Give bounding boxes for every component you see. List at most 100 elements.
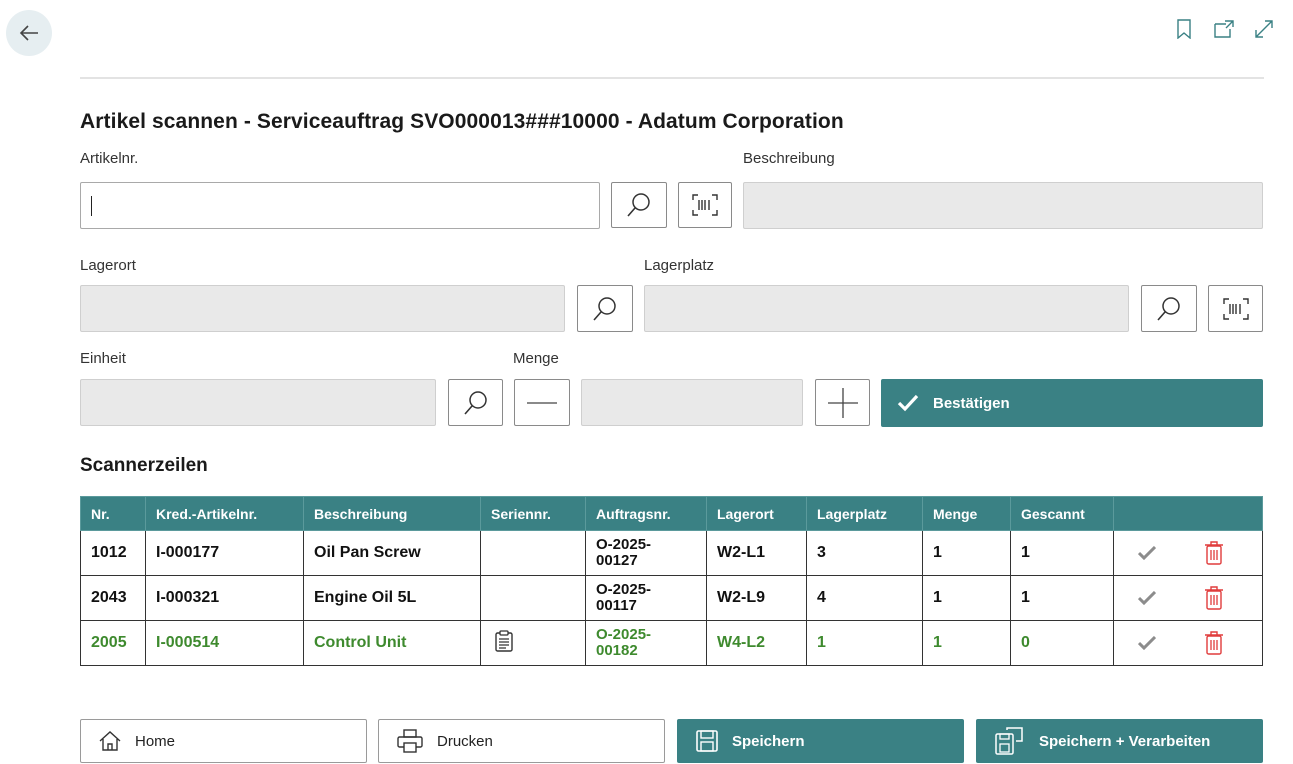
quantity-increase-button[interactable] <box>815 379 870 426</box>
header-divider <box>80 77 1264 79</box>
table-row[interactable]: 2005 I-000514 Control Unit O-2025- 00182 … <box>80 620 1263 666</box>
open-in-new-icon[interactable] <box>1213 18 1235 40</box>
description-label: Beschreibung <box>743 150 835 167</box>
save-process-label: Speichern + Verarbeiten <box>1039 732 1211 750</box>
cell-description: Control Unit <box>303 620 481 666</box>
cell-nr: 2005 <box>80 620 146 666</box>
table-row[interactable]: 2043 I-000321 Engine Oil 5L O-2025- 00117… <box>80 575 1263 621</box>
top-icon-bar <box>1173 18 1275 40</box>
checkmark-icon <box>897 394 919 412</box>
cell-actions <box>1113 575 1263 621</box>
order-part-1: O-2025- <box>596 626 652 643</box>
cell-serial <box>480 620 586 666</box>
cell-location: W2-L9 <box>706 575 807 621</box>
column-header-order: Auftragsnr. <box>585 496 707 531</box>
save-label: Speichern <box>732 732 805 750</box>
column-header-location: Lagerort <box>706 496 807 531</box>
cell-order: O-2025- 00117 <box>585 575 707 621</box>
checkmark-icon[interactable] <box>1138 591 1156 605</box>
trash-icon[interactable] <box>1204 541 1224 565</box>
page-title: Artikel scannen - Serviceauftrag SVO0000… <box>80 110 844 133</box>
print-label: Drucken <box>437 732 493 750</box>
cell-order: O-2025- 00182 <box>585 620 707 666</box>
cell-scanned: 1 <box>1010 575 1114 621</box>
location-field <box>80 285 565 332</box>
location-lookup-button[interactable] <box>577 285 633 332</box>
cell-bin: 3 <box>806 530 923 576</box>
printer-icon <box>397 729 423 753</box>
order-part-2: 00117 <box>596 597 637 614</box>
save-process-button[interactable]: Speichern + Verarbeiten <box>976 719 1263 763</box>
quantity-label: Menge <box>513 350 559 367</box>
column-header-scanned: Gescannt <box>1010 496 1114 531</box>
cell-bin: 1 <box>806 620 923 666</box>
cell-scanned: 1 <box>1010 530 1114 576</box>
cell-serial <box>480 530 586 576</box>
plus-icon <box>827 387 858 418</box>
checkmark-icon[interactable] <box>1138 546 1156 560</box>
item-no-scan-button[interactable] <box>678 182 732 228</box>
quantity-input[interactable] <box>581 379 803 426</box>
item-no-label: Artikelnr. <box>80 150 139 167</box>
column-header-nr: Nr. <box>80 496 146 531</box>
barcode-scan-icon <box>692 194 718 216</box>
cell-actions <box>1113 620 1263 666</box>
save-icon <box>696 730 718 752</box>
cell-serial <box>480 575 586 621</box>
home-icon <box>99 731 121 751</box>
arrow-left-icon <box>19 25 38 41</box>
cell-description: Oil Pan Screw <box>303 530 481 576</box>
column-header-serial: Seriennr. <box>480 496 586 531</box>
text-cursor <box>91 196 92 216</box>
print-button[interactable]: Drucken <box>378 719 665 763</box>
back-button[interactable] <box>6 10 52 56</box>
order-part-2: 00127 <box>596 552 638 569</box>
search-icon <box>627 193 650 217</box>
item-no-input[interactable] <box>80 182 600 229</box>
cell-quantity: 1 <box>922 620 1011 666</box>
column-header-vendor-item: Kred.-Artikelnr. <box>145 496 304 531</box>
cell-description: Engine Oil 5L <box>303 575 481 621</box>
home-label: Home <box>135 732 176 750</box>
table-row[interactable]: 1012 I-000177 Oil Pan Screw O-2025- 00127… <box>80 530 1263 576</box>
order-part-1: O-2025- <box>596 536 652 553</box>
scanlines-table: Nr. Kred.-Artikelnr. Beschreibung Serien… <box>80 496 1263 666</box>
trash-icon[interactable] <box>1204 631 1224 655</box>
clipboard-icon[interactable] <box>495 629 513 652</box>
cell-scanned: 0 <box>1010 620 1114 666</box>
order-part-1: O-2025- <box>596 581 652 598</box>
cell-nr: 2043 <box>80 575 146 621</box>
unit-lookup-button[interactable] <box>448 379 503 426</box>
cell-actions <box>1113 530 1263 576</box>
cell-bin: 4 <box>806 575 923 621</box>
search-icon <box>1157 296 1180 321</box>
unit-label: Einheit <box>80 350 126 367</box>
expand-icon[interactable] <box>1253 18 1275 40</box>
column-header-description: Beschreibung <box>303 496 481 531</box>
cell-location: W4-L2 <box>706 620 807 666</box>
search-icon <box>593 296 616 321</box>
bin-scan-button[interactable] <box>1208 285 1263 332</box>
home-button[interactable]: Home <box>80 719 367 763</box>
cell-location: W2-L1 <box>706 530 807 576</box>
scanlines-title: Scannerzeilen <box>80 455 208 476</box>
quantity-decrease-button[interactable] <box>514 379 570 426</box>
order-part-2: 00182 <box>596 642 638 659</box>
save-button[interactable]: Speichern <box>677 719 964 763</box>
bin-label: Lagerplatz <box>644 257 715 274</box>
confirm-button[interactable]: Bestätigen <box>881 379 1263 427</box>
cell-vendor-item: I-000321 <box>145 575 304 621</box>
cell-vendor-item: I-000177 <box>145 530 304 576</box>
cell-vendor-item: I-000514 <box>145 620 304 666</box>
checkmark-icon[interactable] <box>1138 636 1156 650</box>
table-header-row: Nr. Kred.-Artikelnr. Beschreibung Serien… <box>80 496 1263 531</box>
bookmark-icon[interactable] <box>1173 18 1195 40</box>
column-header-quantity: Menge <box>922 496 1011 531</box>
location-label: Lagerort <box>80 257 136 274</box>
cell-order: O-2025- 00127 <box>585 530 707 576</box>
trash-icon[interactable] <box>1204 586 1224 610</box>
bin-lookup-button[interactable] <box>1141 285 1197 332</box>
barcode-scan-icon <box>1222 297 1249 320</box>
item-no-lookup-button[interactable] <box>611 182 667 228</box>
unit-field <box>80 379 436 426</box>
